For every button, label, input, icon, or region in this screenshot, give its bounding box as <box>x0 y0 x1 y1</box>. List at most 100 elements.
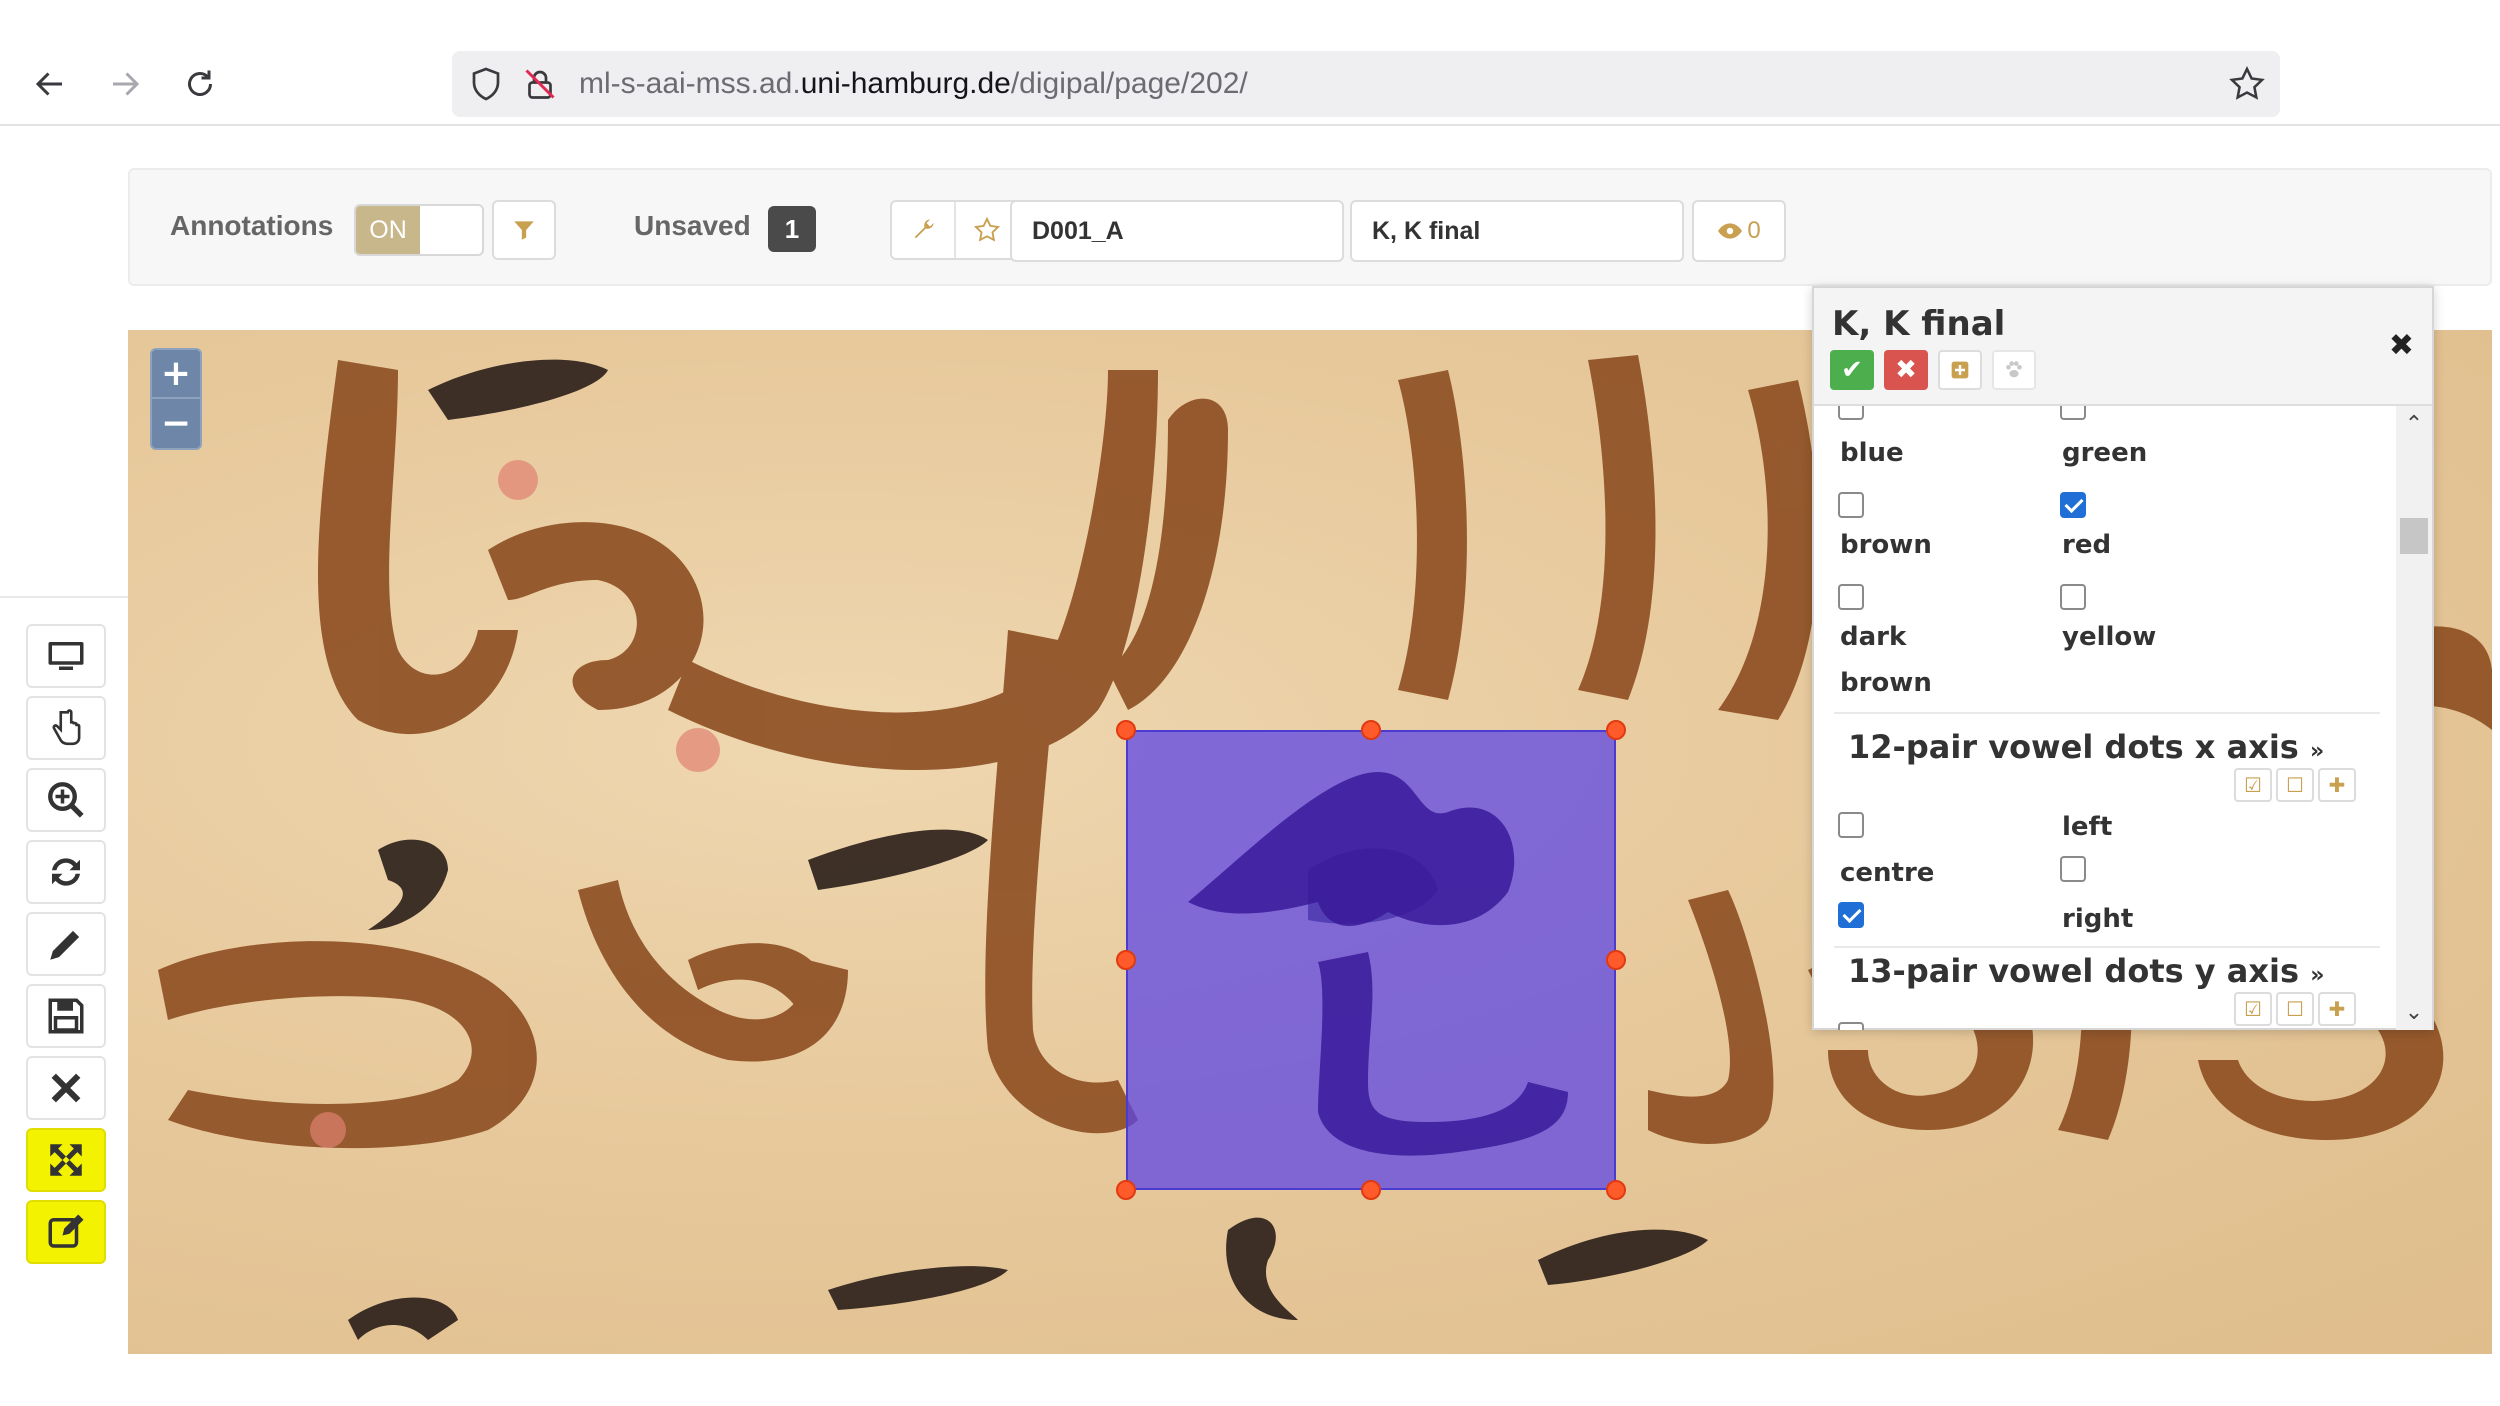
scrollbar-thumb[interactable] <box>2400 518 2428 554</box>
check-all-icon[interactable]: ☑ <box>2234 768 2272 802</box>
uncheck-all-icon[interactable]: ☐ <box>2276 992 2314 1026</box>
browser-toolbar: ml-s-aai-mss.ad.uni-hamburg.de/digipal/p… <box>0 0 2500 126</box>
save-tool-button[interactable] <box>26 984 106 1048</box>
checkbox-brown[interactable] <box>1838 492 1864 518</box>
reload-button[interactable] <box>170 54 230 114</box>
resize-handle-right[interactable] <box>1606 950 1626 970</box>
zoom-out-button[interactable]: − <box>152 399 200 448</box>
delete-annotation-button[interactable]: ✖ <box>1884 350 1928 390</box>
resize-handle-top-left[interactable] <box>1116 720 1136 740</box>
option-label-yellow: yellow <box>2062 622 2157 652</box>
back-button[interactable] <box>20 54 80 114</box>
chevron-down-icon[interactable]: ⌄ <box>2396 998 2432 1026</box>
checkbox-dark-brown[interactable] <box>1838 584 1864 610</box>
copy-button[interactable] <box>1992 350 2036 390</box>
chevron-double-down-icon: » <box>2309 739 2325 764</box>
resize-handle-left[interactable] <box>1116 950 1136 970</box>
delete-tool-button[interactable] <box>26 1056 106 1120</box>
plus-square-icon <box>1951 361 1969 379</box>
checkbox-blue[interactable] <box>1838 406 1864 420</box>
zoom-tool-button[interactable] <box>26 768 106 832</box>
chevron-up-icon[interactable]: ⌃ <box>2396 410 2432 438</box>
checkbox-green[interactable] <box>2060 406 2086 420</box>
annotation-toolbar: Annotations ON Unsaved 1 D001_A K, K fin… <box>128 168 2492 286</box>
fit-screen-button[interactable] <box>26 624 106 688</box>
annotations-toggle-state: ON <box>356 206 420 254</box>
wrench-icon <box>914 219 934 239</box>
draw-tool-button[interactable] <box>26 912 106 976</box>
forward-button[interactable] <box>95 54 155 114</box>
add-button[interactable] <box>1938 350 1982 390</box>
chevron-double-down-icon: » <box>2310 963 2325 988</box>
transform-tool-button[interactable] <box>26 1128 106 1192</box>
url-text[interactable]: ml-s-aai-mss.ad.uni-hamburg.de/digipal/p… <box>579 67 1248 101</box>
zoom-in-button[interactable]: + <box>152 350 200 399</box>
section-header-x-axis[interactable]: 12-pair vowel dots x axis » <box>1848 728 2324 766</box>
option-label-brown: brown <box>1840 530 1932 560</box>
add-feature-icon[interactable]: ✚ <box>2318 992 2356 1026</box>
eye-icon <box>1718 223 1743 239</box>
monitor-icon <box>48 642 84 670</box>
url-bar[interactable]: ml-s-aai-mss.ad.uni-hamburg.de/digipal/p… <box>452 51 2280 117</box>
arrow-right-icon <box>113 72 140 96</box>
bookmark-star-icon[interactable] <box>2228 65 2266 103</box>
annotations-toggle[interactable]: ON <box>354 204 484 256</box>
shield-icon[interactable] <box>468 66 504 102</box>
checkbox-left[interactable] <box>1838 812 1864 838</box>
filter-button[interactable] <box>492 200 556 260</box>
rotate-tool-button[interactable] <box>26 840 106 904</box>
character-field[interactable]: K, K final <box>1350 200 1684 262</box>
hidden-annotations-button[interactable]: 0 <box>1692 200 1786 262</box>
popup-features: blue green brown red dark yellow brown 1… <box>1814 406 2400 1030</box>
annotations-label: Annotations <box>170 210 334 241</box>
resize-handle-top-right[interactable] <box>1606 720 1626 740</box>
pan-tool-button[interactable] <box>26 696 106 760</box>
close-icon[interactable]: ✖ <box>2389 328 2414 363</box>
checkbox-right[interactable] <box>2060 856 2086 882</box>
popup-title: K, K final <box>1832 304 2006 344</box>
annotation-popup: K, K final ✖ ✔ ✖ blue green brown red da… <box>1812 286 2434 1030</box>
hidden-count: 0 <box>1747 217 1761 244</box>
checkbox-partial[interactable] <box>1838 1022 1864 1030</box>
divider <box>1834 946 2380 948</box>
annotation-selection-box[interactable] <box>1126 730 1616 1190</box>
filter-icon <box>514 221 534 240</box>
divider <box>1834 712 2380 714</box>
left-tool-palette <box>0 596 128 1310</box>
option-label-blue: blue <box>1840 438 1904 468</box>
section-x-buttons: ☑ ☐ ✚ <box>2234 768 2356 802</box>
lock-icon[interactable] <box>522 66 558 102</box>
edit-tool-button[interactable] <box>26 1200 106 1264</box>
paw-icon <box>2006 361 2022 378</box>
add-feature-icon[interactable]: ✚ <box>2318 768 2356 802</box>
resize-handle-bottom-left[interactable] <box>1116 1180 1136 1200</box>
resize-handle-bottom[interactable] <box>1361 1180 1381 1200</box>
url-path: /digipal/page/202/ <box>1010 67 1248 100</box>
section-header-y-axis[interactable]: 13-pair vowel dots y axis » <box>1848 952 2324 990</box>
unsaved-count-badge: 1 <box>768 206 816 252</box>
expand-arrows-icon <box>50 1144 82 1176</box>
pencil-icon <box>50 930 80 960</box>
edit-icon <box>48 1214 84 1248</box>
unsaved-label: Unsaved <box>634 210 751 241</box>
resize-handle-bottom-right[interactable] <box>1606 1180 1626 1200</box>
checkbox-yellow[interactable] <box>2060 584 2086 610</box>
star-icon <box>973 216 1001 242</box>
save-annotation-button[interactable]: ✔ <box>1830 350 1874 390</box>
option-label-red: red <box>2062 530 2112 560</box>
option-label-centre: centre <box>1840 858 1935 888</box>
option-label-right: right <box>2062 904 2134 934</box>
checkbox-centre[interactable] <box>1838 902 1864 928</box>
uncheck-all-icon[interactable]: ☐ <box>2276 768 2314 802</box>
check-all-icon[interactable]: ☑ <box>2234 992 2272 1026</box>
hand-pointer-icon <box>52 709 81 746</box>
refresh-icon <box>52 858 80 886</box>
popup-scrollbar[interactable]: ⌃ ⌄ <box>2396 406 2432 1030</box>
resize-handle-top[interactable] <box>1361 720 1381 740</box>
zoom-controls: + − <box>150 348 202 450</box>
zoom-in-icon <box>48 782 84 818</box>
close-icon <box>51 1073 81 1103</box>
checkbox-red[interactable] <box>2060 492 2086 518</box>
allograph-field[interactable]: D001_A <box>1010 200 1344 262</box>
settings-button[interactable] <box>892 202 956 258</box>
